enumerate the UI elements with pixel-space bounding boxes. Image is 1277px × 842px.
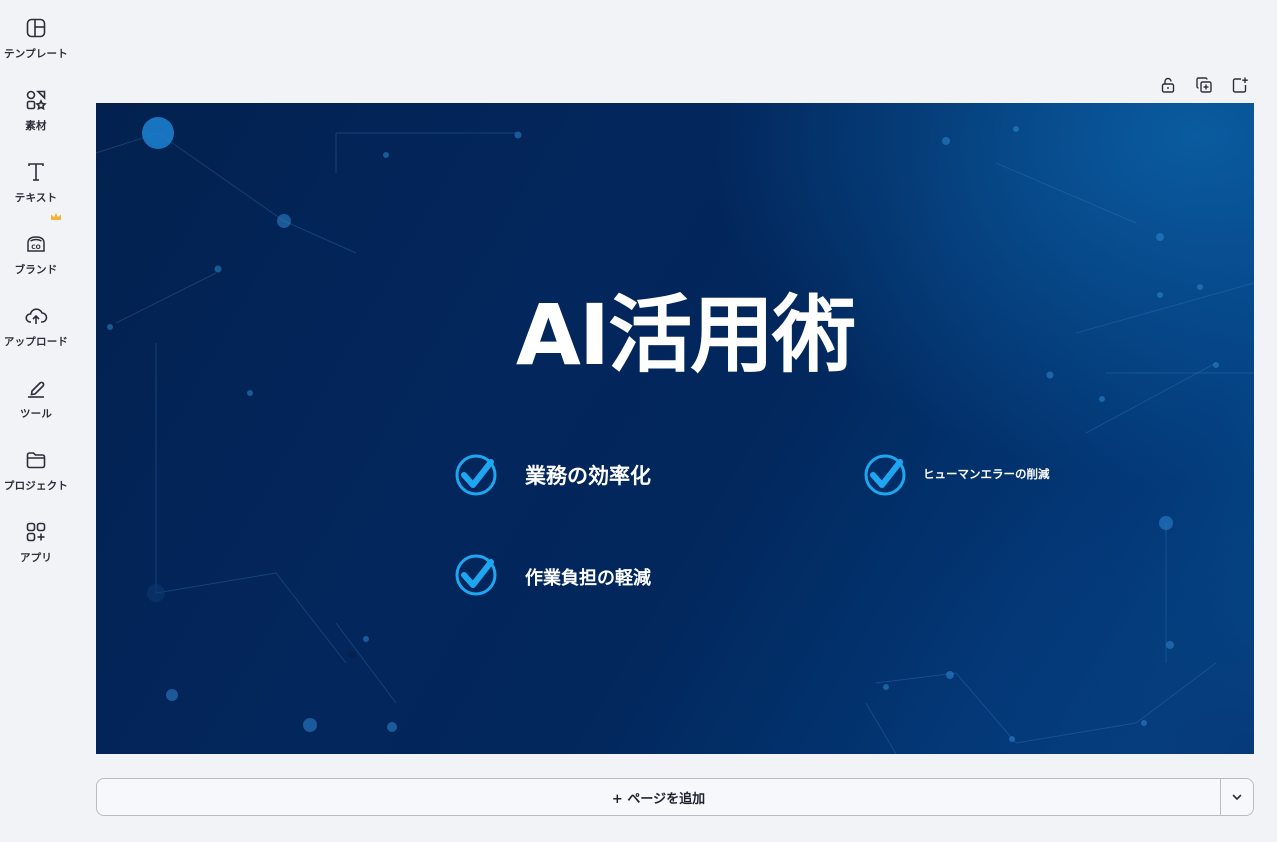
template-icon: [26, 18, 46, 38]
add-page-dropdown[interactable]: [1220, 778, 1254, 816]
slide-title[interactable]: AI活用術: [96, 268, 1254, 389]
sidebar-item-elements[interactable]: 素材: [0, 84, 72, 144]
duplicate-icon: [1196, 77, 1212, 93]
sidebar-item-upload[interactable]: アップロード: [0, 300, 72, 360]
sidebar-item-label: アプリ: [19, 552, 53, 564]
apps-icon: [26, 522, 46, 542]
editor-root: テンプレート 素材 テキスト CO ブランド アップロード ツール プロジェクト…: [0, 0, 1277, 842]
left-sidebar: テンプレート 素材 テキスト CO ブランド アップロード ツール プロジェクト…: [0, 0, 72, 842]
tools-icon: [28, 381, 45, 398]
sidebar-item-label: ブランド: [14, 264, 58, 276]
network-background: [96, 117, 1254, 754]
sidebar-item-label: プロジェクト: [3, 480, 69, 492]
sidebar-item-apps[interactable]: アプリ: [0, 516, 72, 576]
sidebar-item-tools[interactable]: ツール: [0, 372, 72, 432]
sidebar-item-label: テキスト: [14, 192, 58, 204]
elements-icon: [26, 90, 47, 111]
add-page-button[interactable]: + ページを追加: [96, 778, 1220, 816]
sidebar-item-templates[interactable]: テンプレート: [0, 12, 72, 72]
sidebar-item-label: ツール: [19, 408, 53, 420]
add-page-label: + ページを追加: [611, 791, 706, 807]
checkmark-icon: [864, 454, 906, 496]
text-icon: [28, 163, 44, 181]
checkmark-icon: [455, 454, 497, 496]
sidebar-item-label: アップロード: [3, 336, 69, 348]
sidebar-item-label: 素材: [25, 120, 47, 132]
lock-button[interactable]: [1155, 72, 1181, 98]
brand-icon: CO: [27, 236, 45, 252]
sidebar-item-label: テンプレート: [4, 48, 68, 60]
crown-icon: [51, 213, 61, 220]
checkmark-icon: [455, 554, 497, 596]
bullet-workload[interactable]: 作業負担の軽減: [525, 564, 651, 590]
duplicate-page-button[interactable]: [1191, 72, 1217, 98]
lock-icon: [1161, 77, 1175, 93]
sidebar-item-brand[interactable]: CO ブランド: [0, 213, 72, 288]
bullet-efficiency[interactable]: 業務の効率化: [525, 460, 651, 490]
folder-icon: [26, 452, 46, 469]
sidebar-item-projects[interactable]: プロジェクト: [0, 444, 72, 504]
add-page-icon: [1232, 77, 1248, 93]
svg-text:CO: CO: [31, 244, 41, 251]
sidebar-item-text[interactable]: テキスト: [0, 156, 72, 216]
slide-canvas[interactable]: AI活用術 業務の効率化 ヒューマンエラーの削減 作業負担の軽減: [96, 103, 1254, 754]
upload-icon: [25, 308, 48, 324]
chevron-down-icon: [1232, 794, 1242, 800]
add-page-icon-button[interactable]: [1227, 72, 1253, 98]
bullet-human-error[interactable]: ヒューマンエラーの削減: [923, 466, 1050, 482]
